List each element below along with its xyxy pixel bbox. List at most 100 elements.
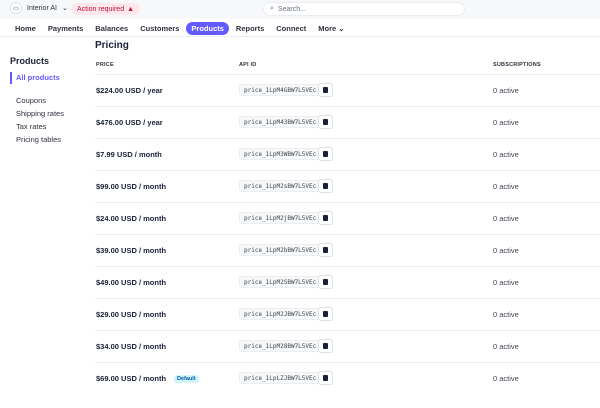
top-bar: ▭ Interior AI ⌄ Action required ▲ ⌕ Search..… bbox=[0, 0, 600, 19]
nav-connect[interactable]: Connect bbox=[271, 22, 311, 35]
price-amount: $34.00 USD / month bbox=[96, 342, 167, 351]
copy-button[interactable] bbox=[318, 115, 333, 129]
table-row[interactable]: $224.00 USD / year price_1LpM4GBW7L5VEc … bbox=[95, 74, 600, 106]
copy-button[interactable] bbox=[318, 147, 333, 161]
price-amount: $99.00 USD / month bbox=[96, 182, 167, 191]
sidebar-title: Products bbox=[10, 56, 50, 66]
api-id: price_1LpM2SBW7L5VEc bbox=[239, 276, 322, 288]
price-cell: $99.00 USD / month bbox=[96, 182, 166, 191]
subscriptions-count: 0 active bbox=[493, 374, 519, 383]
column-header-price: PRICE bbox=[96, 62, 114, 68]
subscriptions-count: 0 active bbox=[493, 150, 519, 159]
copy-button[interactable] bbox=[318, 339, 333, 353]
price-amount: $29.00 USD / month bbox=[96, 310, 167, 319]
copy-button[interactable] bbox=[318, 179, 333, 193]
clipboard-icon bbox=[323, 183, 328, 189]
subscriptions-count: 0 active bbox=[493, 86, 519, 95]
warning-icon: ▲ bbox=[127, 5, 135, 13]
api-id: price_1LpM28BW7L5VEc bbox=[239, 340, 322, 352]
price-amount: $49.00 USD / month bbox=[96, 278, 167, 287]
subscriptions-count: 0 active bbox=[493, 342, 519, 351]
table-row[interactable]: $476.00 USD / year price_1LpM43BW7L5VEc … bbox=[95, 106, 600, 138]
column-header-api-id: API ID bbox=[239, 62, 257, 68]
price-cell: $24.00 USD / month bbox=[96, 214, 166, 223]
price-cell: $39.00 USD / month bbox=[96, 246, 166, 255]
table-row[interactable]: $99.00 USD / month price_1LpM2sBW7L5VEc … bbox=[95, 170, 600, 202]
price-amount: $7.99 USD / month bbox=[96, 150, 162, 159]
sidebar-item-all-products[interactable]: All products bbox=[10, 72, 60, 84]
api-id: price_1LpM3WBW7L5VEc bbox=[239, 148, 322, 160]
search-input[interactable]: ⌕ Search... bbox=[263, 2, 465, 16]
action-required-badge[interactable]: Action required ▲ bbox=[71, 3, 141, 15]
clipboard-icon bbox=[323, 311, 328, 317]
price-cell: $476.00 USD / year bbox=[96, 118, 163, 127]
search-placeholder: Search... bbox=[277, 5, 306, 13]
table-row[interactable]: $69.00 USD / month Default price_1LpLZJBW… bbox=[95, 362, 600, 394]
price-amount: $69.00 USD / month bbox=[96, 374, 167, 383]
price-cell: $29.00 USD / month bbox=[96, 310, 166, 319]
table-row[interactable]: $29.00 USD / month price_1LpM2JBW7L5VEc … bbox=[95, 298, 600, 330]
sidebar-item-coupons[interactable]: Coupons bbox=[16, 96, 46, 105]
sidebar-item-shipping-rates[interactable]: Shipping rates bbox=[16, 109, 64, 118]
api-id: price_1LpM4GBW7L5VEc bbox=[239, 84, 322, 96]
price-amount: $24.00 USD / month bbox=[96, 214, 167, 223]
chevron-down-icon: ⌄ bbox=[61, 5, 68, 12]
api-id: price_1LpM2jBW7L5VEc bbox=[239, 212, 322, 224]
price-amount: $224.00 USD / year bbox=[96, 86, 163, 95]
table-row[interactable]: $34.00 USD / month price_1LpM28BW7L5VEc … bbox=[95, 330, 600, 362]
price-cell: $69.00 USD / month Default bbox=[96, 374, 199, 383]
clipboard-icon bbox=[323, 119, 328, 125]
nav-more-label: More bbox=[318, 24, 337, 33]
api-id: price_1LpM43BW7L5VEc bbox=[239, 116, 322, 128]
search-icon: ⌕ bbox=[270, 5, 274, 12]
subscriptions-count: 0 active bbox=[493, 310, 519, 319]
sidebar-item-pricing-tables[interactable]: Pricing tables bbox=[16, 135, 61, 144]
clipboard-icon bbox=[323, 279, 328, 285]
sidebar-item-tax-rates[interactable]: Tax rates bbox=[16, 122, 46, 131]
api-id: price_1LpM2bBW7L5VEc bbox=[239, 244, 322, 256]
table-row[interactable]: $49.00 USD / month price_1LpM2SBW7L5VEc … bbox=[95, 266, 600, 298]
copy-button[interactable] bbox=[318, 83, 333, 97]
price-cell: $34.00 USD / month bbox=[96, 342, 166, 351]
chevron-down-icon: ⌄ bbox=[338, 24, 345, 33]
table-row[interactable]: $24.00 USD / month price_1LpM2jBW7L5VEc … bbox=[95, 202, 600, 234]
action-required-label: Action required bbox=[77, 5, 125, 13]
table-row[interactable]: $7.99 USD / month price_1LpM3WBW7L5VEc 0… bbox=[95, 138, 600, 170]
price-amount: $476.00 USD / year bbox=[96, 118, 163, 127]
default-badge: Default bbox=[174, 374, 199, 383]
nav-home[interactable]: Home bbox=[10, 22, 41, 35]
page-title: Pricing bbox=[95, 40, 129, 51]
nav-balances[interactable]: Balances bbox=[90, 22, 133, 35]
nav-more[interactable]: More ⌄ bbox=[313, 22, 349, 35]
copy-button[interactable] bbox=[318, 243, 333, 257]
subscriptions-count: 0 active bbox=[493, 214, 519, 223]
clipboard-icon bbox=[323, 215, 328, 221]
nav-products[interactable]: Products bbox=[186, 22, 229, 35]
nav-customers[interactable]: Customers bbox=[135, 22, 184, 35]
subscriptions-count: 0 active bbox=[493, 246, 519, 255]
subscriptions-count: 0 active bbox=[493, 278, 519, 287]
copy-button[interactable] bbox=[318, 275, 333, 289]
account-name: Interior AI bbox=[27, 4, 57, 12]
nav-reports[interactable]: Reports bbox=[231, 22, 269, 35]
divider bbox=[0, 36, 600, 37]
store-icon: ▭ bbox=[10, 2, 22, 14]
nav-payments[interactable]: Payments bbox=[43, 22, 88, 35]
account-switcher[interactable]: ▭ Interior AI ⌄ bbox=[10, 2, 68, 14]
price-amount: $39.00 USD / month bbox=[96, 246, 167, 255]
table-row[interactable]: $39.00 USD / month price_1LpM2bBW7L5VEc … bbox=[95, 234, 600, 266]
price-cell: $49.00 USD / month bbox=[96, 278, 166, 287]
clipboard-icon bbox=[323, 151, 328, 157]
price-cell: $224.00 USD / year bbox=[96, 86, 163, 95]
copy-button[interactable] bbox=[318, 307, 333, 321]
api-id: price_1LpM2JBW7L5VEc bbox=[239, 308, 322, 320]
clipboard-icon bbox=[323, 375, 328, 381]
price-cell: $7.99 USD / month bbox=[96, 150, 162, 159]
main-nav: Home Payments Balances Customers Product… bbox=[10, 22, 352, 35]
copy-button[interactable] bbox=[318, 371, 333, 385]
column-header-subscriptions: SUBSCRIPTIONS bbox=[493, 62, 541, 68]
clipboard-icon bbox=[323, 87, 328, 93]
api-id: price_1LpLZJBW7L5VEc bbox=[239, 372, 322, 384]
copy-button[interactable] bbox=[318, 211, 333, 225]
subscriptions-count: 0 active bbox=[493, 118, 519, 127]
